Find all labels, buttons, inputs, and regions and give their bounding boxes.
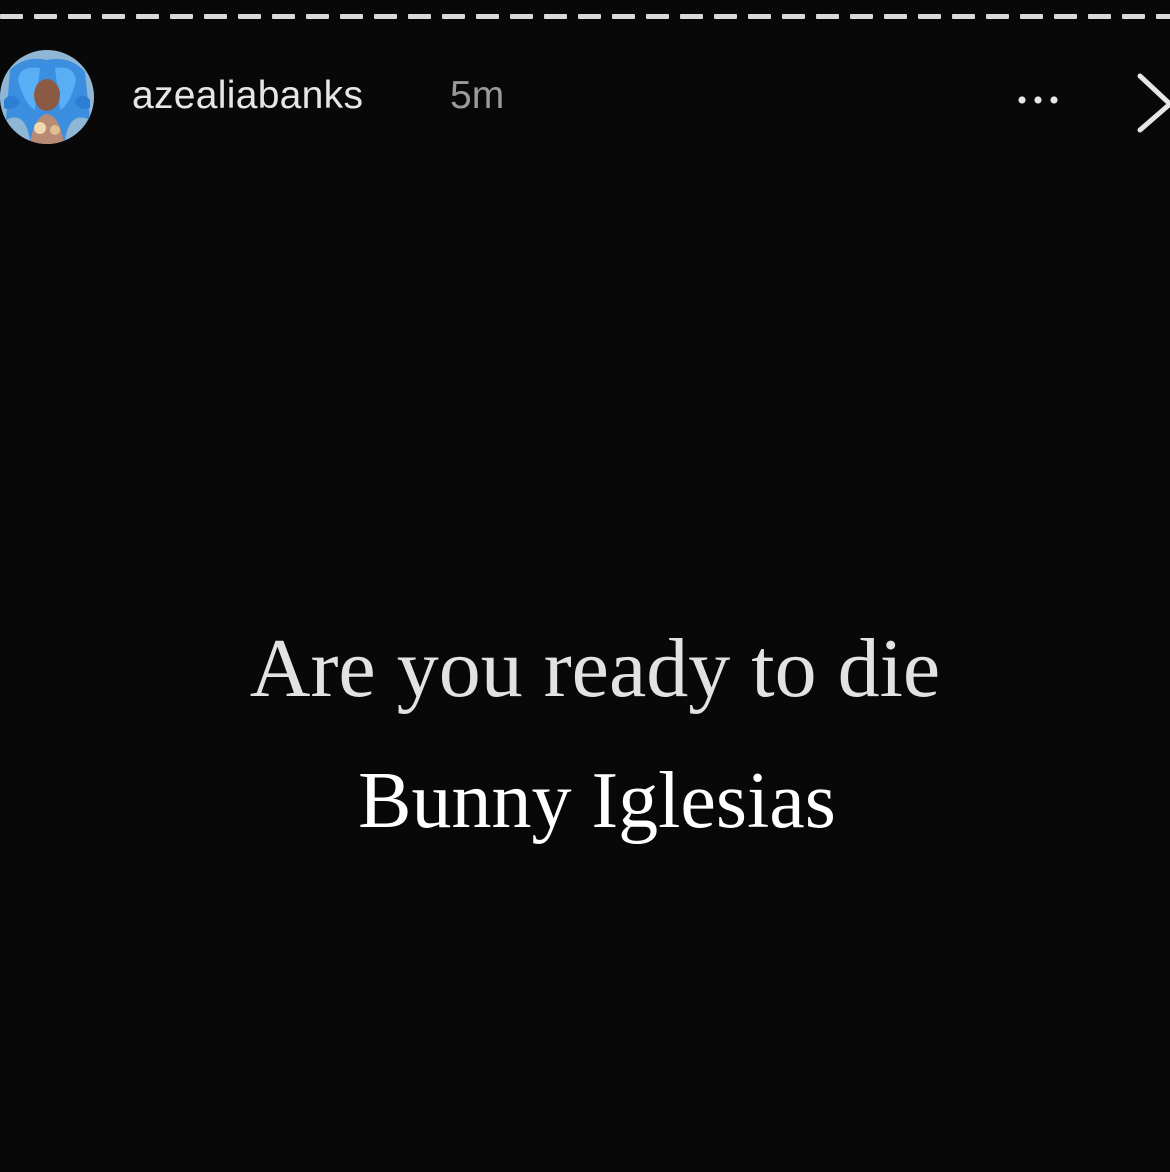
story-username[interactable]: azealiabanks bbox=[132, 74, 363, 118]
progress-segment bbox=[238, 14, 261, 19]
progress-segment bbox=[1054, 14, 1077, 19]
close-button[interactable] bbox=[1128, 64, 1170, 134]
progress-segment bbox=[782, 14, 805, 19]
progress-segment bbox=[1156, 14, 1170, 19]
close-icon bbox=[1137, 73, 1170, 133]
progress-segment bbox=[170, 14, 193, 19]
progress-segment bbox=[442, 14, 465, 19]
progress-segment bbox=[1122, 14, 1145, 19]
progress-segment bbox=[986, 14, 1009, 19]
progress-segment bbox=[1020, 14, 1043, 19]
progress-segment bbox=[544, 14, 567, 19]
progress-segment bbox=[272, 14, 295, 19]
progress-segment bbox=[408, 14, 431, 19]
story-progress-bar bbox=[0, 14, 1170, 20]
progress-segment bbox=[646, 14, 669, 19]
progress-segment bbox=[578, 14, 601, 19]
progress-segment bbox=[0, 14, 23, 19]
avatar[interactable] bbox=[0, 50, 94, 144]
progress-segment bbox=[952, 14, 975, 19]
progress-segment bbox=[204, 14, 227, 19]
progress-segment bbox=[510, 14, 533, 19]
progress-segment bbox=[748, 14, 771, 19]
progress-segment bbox=[306, 14, 329, 19]
story-viewer: azealiabanks 5m Are you ready to die Bun… bbox=[0, 0, 1170, 1172]
more-options-button[interactable] bbox=[1006, 78, 1068, 118]
progress-segment bbox=[884, 14, 907, 19]
progress-segment bbox=[612, 14, 635, 19]
progress-segment bbox=[1088, 14, 1111, 19]
story-caption-text: Bunny Iglesias bbox=[358, 757, 836, 845]
progress-segment bbox=[340, 14, 363, 19]
progress-segment bbox=[476, 14, 499, 19]
progress-segment bbox=[374, 14, 397, 19]
progress-segment bbox=[714, 14, 737, 19]
progress-segment bbox=[34, 14, 57, 19]
progress-segment bbox=[102, 14, 125, 19]
progress-segment bbox=[850, 14, 873, 19]
story-headline-text: Are you ready to die bbox=[249, 622, 941, 715]
progress-segment bbox=[136, 14, 159, 19]
avatar-image bbox=[0, 50, 94, 144]
progress-segment bbox=[816, 14, 839, 19]
more-horizontal-icon bbox=[1018, 96, 1058, 104]
progress-segment bbox=[68, 14, 91, 19]
story-timestamp: 5m bbox=[450, 74, 505, 117]
progress-segment bbox=[918, 14, 941, 19]
progress-segment bbox=[680, 14, 703, 19]
